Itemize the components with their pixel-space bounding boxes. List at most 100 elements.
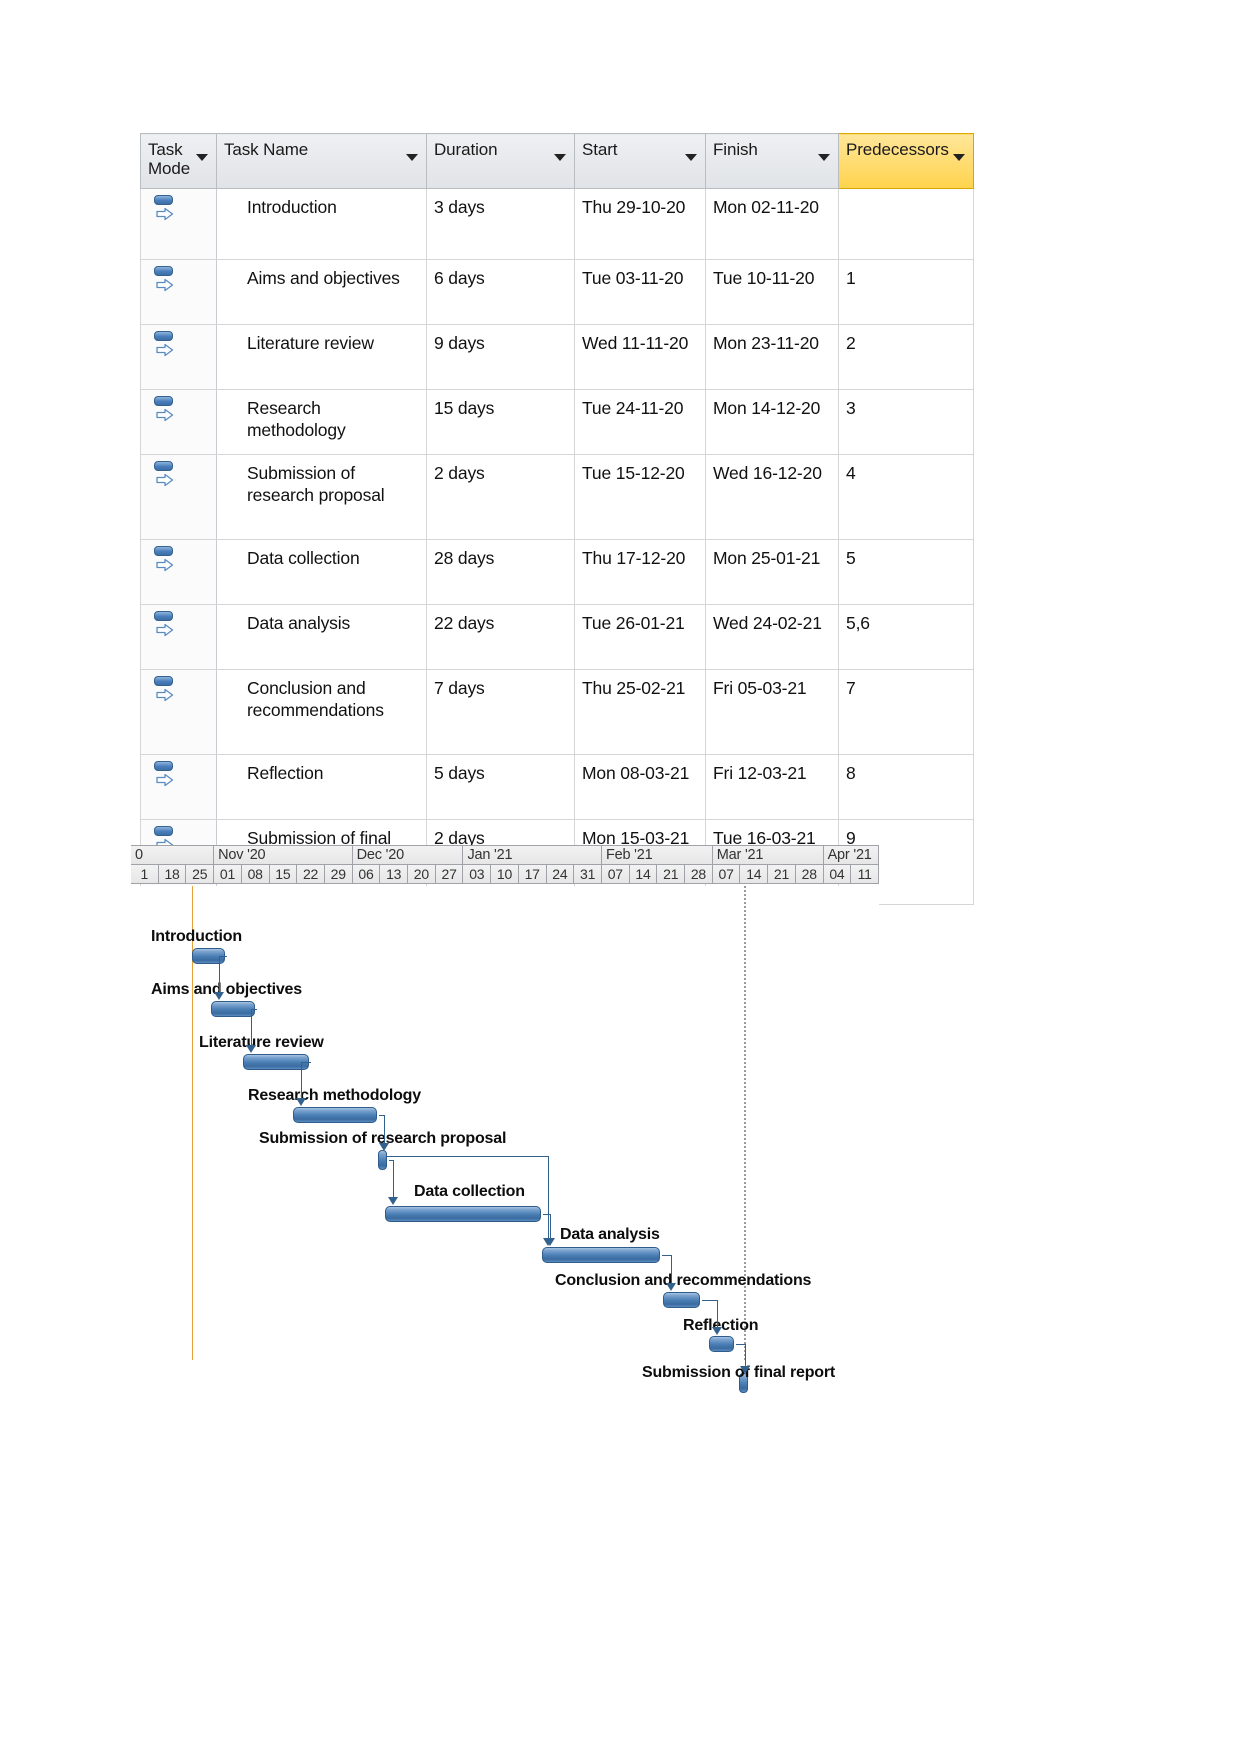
gantt-bar[interactable] (211, 1001, 255, 1017)
cell-task-mode[interactable] (140, 604, 217, 670)
cell-predecessors[interactable]: 3 (838, 389, 974, 455)
cell-task-mode[interactable] (140, 259, 217, 325)
gantt-bar[interactable] (663, 1292, 700, 1308)
gantt-chart[interactable]: 0 Nov '20 Dec '20 Jan '21 Feb '21 Mar '21 Apr … (131, 845, 879, 1393)
chevron-down-icon[interactable] (685, 154, 697, 161)
cell-task-name[interactable]: Research methodology (216, 389, 427, 455)
timeline-month-cell: Mar '21 (713, 846, 824, 864)
cell-finish[interactable]: Wed 24-02-21 (705, 604, 839, 670)
column-header-task-name[interactable]: Task Name (216, 133, 427, 189)
column-header-predecessors[interactable]: Predecessors (838, 133, 974, 189)
gantt-bar[interactable] (243, 1054, 309, 1070)
chevron-down-icon[interactable] (406, 154, 418, 161)
column-header-finish[interactable]: Finish (705, 133, 839, 189)
table-row[interactable]: Research methodology 15 days Tue 24-11-20 M… (140, 389, 974, 455)
cell-predecessors[interactable]: 5,6 (838, 604, 974, 670)
cell-start[interactable]: Tue 15-12-20 (574, 454, 706, 540)
cell-task-name[interactable]: Literature review (216, 324, 427, 390)
cell-predecessors[interactable]: 7 (838, 669, 974, 755)
chevron-down-icon[interactable] (953, 154, 965, 161)
cell-task-mode[interactable] (140, 754, 217, 820)
dependency-link-long (387, 1156, 548, 1157)
cell-predecessors[interactable]: 2 (838, 324, 974, 390)
timeline-week-cell: 31 (574, 865, 602, 883)
cell-finish[interactable]: Fri 12-03-21 (705, 754, 839, 820)
gantt-task-table[interactable]: Task Mode Task Name Duration Start Finis… (140, 133, 974, 905)
cell-task-mode[interactable] (140, 539, 217, 605)
timeline-week-cell: 18 (159, 865, 187, 883)
table-row[interactable]: Conclusion and recommendations 7 days Thu … (140, 669, 974, 755)
cell-task-mode[interactable] (140, 188, 217, 260)
cell-task-name[interactable]: Data analysis (216, 604, 427, 670)
cell-duration[interactable]: 5 days (426, 754, 575, 820)
column-header-start[interactable]: Start (574, 133, 706, 189)
cell-duration[interactable]: 28 days (426, 539, 575, 605)
cell-duration[interactable]: 22 days (426, 604, 575, 670)
cell-task-mode[interactable] (140, 669, 217, 755)
cell-duration[interactable]: 2 days (426, 454, 575, 540)
dependency-arrow-icon (388, 1197, 398, 1205)
chevron-down-icon[interactable] (818, 154, 830, 161)
gantt-bars-area[interactable]: Introduction Aims and objectives Literatur… (131, 886, 879, 1393)
table-row[interactable]: Data collection 28 days Thu 17-12-20 Mon 25… (140, 539, 974, 605)
column-header-task-mode-line2: Mode (148, 159, 191, 179)
cell-finish[interactable]: Mon 25-01-21 (705, 539, 839, 605)
cell-finish[interactable]: Mon 02-11-20 (705, 188, 839, 260)
table-row[interactable]: Submission of research proposal 2 days Tue… (140, 454, 974, 540)
gantt-bar-label: Literature review (199, 1034, 324, 1051)
cell-task-mode[interactable] (140, 324, 217, 390)
cell-finish[interactable]: Mon 23-11-20 (705, 324, 839, 390)
cell-duration[interactable]: 6 days (426, 259, 575, 325)
manually-scheduled-icon (153, 676, 177, 708)
timeline-week-cell: 07 (713, 865, 741, 883)
table-row[interactable]: Literature review 9 days Wed 11-11-20 Mon 2… (140, 324, 974, 390)
gantt-bar[interactable] (542, 1247, 660, 1263)
cell-task-name[interactable]: Submission of research proposal (216, 454, 427, 540)
cell-duration[interactable]: 7 days (426, 669, 575, 755)
gantt-bar[interactable] (385, 1206, 541, 1222)
cell-finish[interactable]: Mon 14-12-20 (705, 389, 839, 455)
column-header-task-mode[interactable]: Task Mode (140, 133, 217, 189)
chevron-down-icon[interactable] (554, 154, 566, 161)
cell-start[interactable]: Thu 25-02-21 (574, 669, 706, 755)
table-row[interactable]: Aims and objectives 6 days Tue 03-11-20 Tue… (140, 259, 974, 325)
cell-task-mode[interactable] (140, 389, 217, 455)
gantt-bar[interactable] (293, 1107, 377, 1123)
cell-task-name[interactable]: Reflection (216, 754, 427, 820)
chevron-down-icon[interactable] (196, 154, 208, 161)
cell-task-name[interactable]: Data collection (216, 539, 427, 605)
cell-finish[interactable]: Wed 16-12-20 (705, 454, 839, 540)
cell-finish[interactable]: Tue 10-11-20 (705, 259, 839, 325)
gantt-bar[interactable] (378, 1150, 387, 1170)
timeline-week-cell: 13 (380, 865, 409, 883)
timeline-week-cell: 01 (214, 865, 242, 883)
cell-task-name[interactable]: Conclusion and recommendations (216, 669, 427, 755)
cell-predecessors[interactable]: 5 (838, 539, 974, 605)
cell-predecessors[interactable] (838, 188, 974, 260)
cell-start[interactable]: Mon 08-03-21 (574, 754, 706, 820)
cell-start[interactable]: Thu 17-12-20 (574, 539, 706, 605)
cell-finish[interactable]: Fri 05-03-21 (705, 669, 839, 755)
cell-task-name[interactable]: Introduction (216, 188, 427, 260)
cell-predecessors[interactable]: 8 (838, 754, 974, 820)
cell-task-name[interactable]: Aims and objectives (216, 259, 427, 325)
cell-duration[interactable]: 3 days (426, 188, 575, 260)
dependency-link-long (548, 1156, 549, 1238)
cell-task-mode[interactable] (140, 454, 217, 540)
cell-start[interactable]: Thu 29-10-20 (574, 188, 706, 260)
table-row[interactable]: Data analysis 22 days Tue 26-01-21 Wed 24-0… (140, 604, 974, 670)
table-row[interactable]: Reflection 5 days Mon 08-03-21 Fri 12-03-21… (140, 754, 974, 820)
table-row[interactable]: Introduction 3 days Thu 29-10-20 Mon 02-11-… (140, 188, 974, 260)
cell-duration[interactable]: 15 days (426, 389, 575, 455)
cell-duration[interactable]: 9 days (426, 324, 575, 390)
cell-start[interactable]: Tue 24-11-20 (574, 389, 706, 455)
table-body: Introduction 3 days Thu 29-10-20 Mon 02-11-… (140, 188, 974, 905)
column-header-duration[interactable]: Duration (426, 133, 575, 189)
cell-start[interactable]: Tue 03-11-20 (574, 259, 706, 325)
cell-predecessors[interactable]: 1 (838, 259, 974, 325)
cell-predecessors[interactable]: 4 (838, 454, 974, 540)
dependency-link (702, 1300, 717, 1301)
cell-start[interactable]: Wed 11-11-20 (574, 324, 706, 390)
cell-start[interactable]: Tue 26-01-21 (574, 604, 706, 670)
gantt-bar[interactable] (709, 1336, 734, 1352)
